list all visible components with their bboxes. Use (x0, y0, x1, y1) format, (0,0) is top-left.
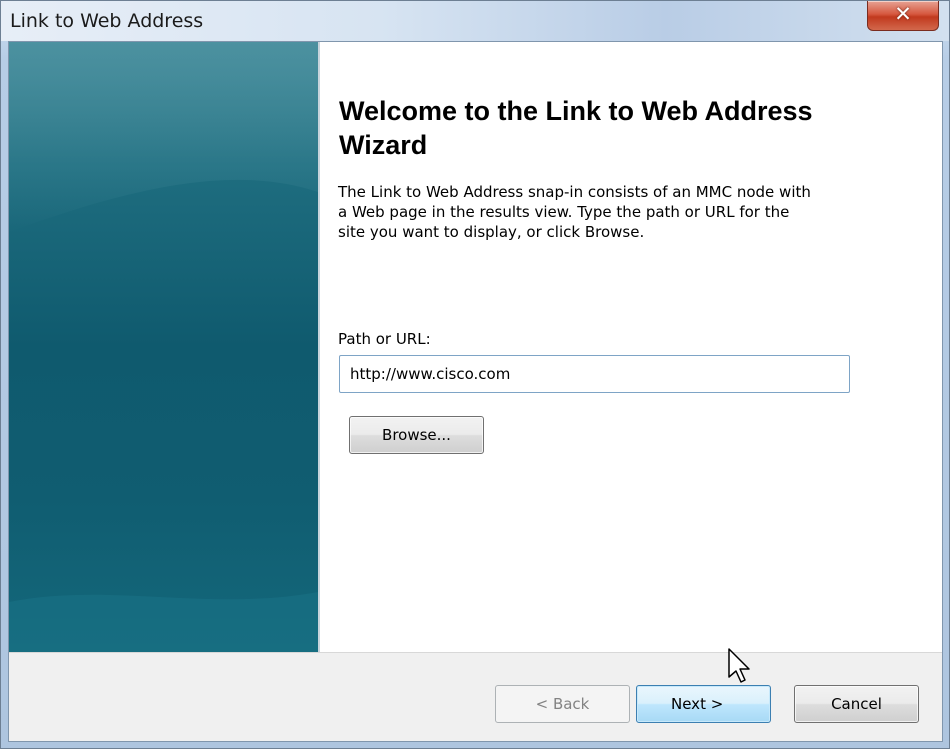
path-or-url-label: Path or URL: (338, 330, 431, 348)
wizard-description: The Link to Web Address snap-in consists… (338, 183, 811, 241)
back-button[interactable]: < Back (495, 685, 630, 723)
close-icon: ✕ (894, 2, 912, 26)
wizard-side-banner (9, 42, 318, 652)
wizard-footer: < Back Next > Cancel (9, 652, 942, 741)
window-title: Link to Web Address (10, 10, 204, 32)
banner-graphic (9, 42, 318, 652)
cancel-button[interactable]: Cancel (794, 685, 919, 723)
path-or-url-input[interactable] (339, 355, 850, 393)
browse-button[interactable]: Browse... (349, 416, 484, 454)
wizard-client-area: Welcome to the Link to Web Address Wizar… (8, 41, 943, 742)
wizard-heading: Welcome to the Link to Web Address Wizar… (339, 96, 813, 160)
panel-divider (318, 42, 320, 652)
next-button[interactable]: Next > (636, 685, 771, 723)
title-bar[interactable]: Link to Web Address ✕ (1, 1, 949, 41)
close-button[interactable]: ✕ (867, 1, 939, 31)
wizard-window: Link to Web Address ✕ Welcome to the Lin… (0, 0, 950, 749)
